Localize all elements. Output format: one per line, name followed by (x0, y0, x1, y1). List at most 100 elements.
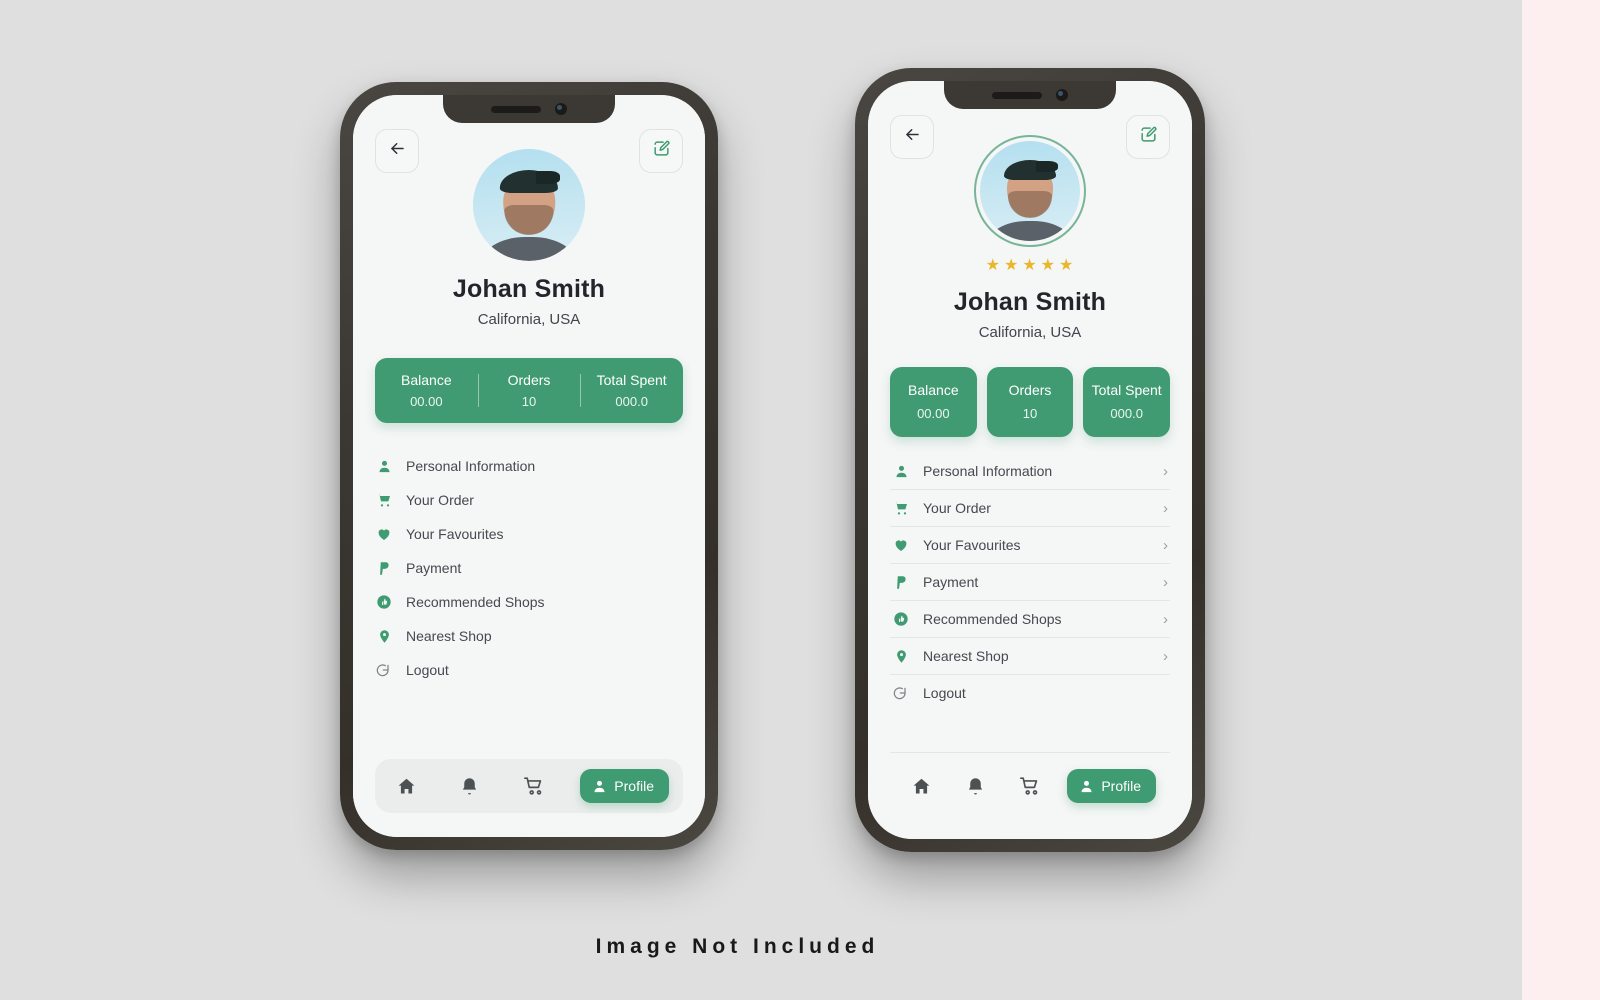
avatar-torso (480, 236, 578, 261)
bottom-navigation-bar: Profile (375, 759, 683, 813)
thumbs-up-icon (375, 594, 393, 610)
cart-icon[interactable] (517, 769, 551, 803)
menu-item-your-favourites[interactable]: Your Favourites (375, 517, 683, 551)
profile-tab-button[interactable]: Profile (1067, 769, 1156, 803)
menu-item-payment[interactable]: Payment (375, 551, 683, 585)
phone-screen-right: ★ ★ ★ ★ ★ Johan Smith California, USA Balanc… (868, 81, 1192, 839)
phone-mockup-left: Johan Smith California, USA Balance 00.0… (340, 82, 718, 850)
menu-item-logout[interactable]: Logout (375, 653, 683, 687)
profile-tab-label: Profile (1101, 778, 1141, 794)
menu-item-your-favourites[interactable]: Your Favourites › (890, 527, 1170, 564)
home-icon[interactable] (904, 769, 938, 803)
stat-label: Total Spent (1091, 382, 1162, 398)
user-location: California, USA (477, 311, 581, 328)
menu-item-label: Personal Information (406, 458, 536, 474)
logout-icon (892, 685, 910, 701)
bell-icon[interactable] (453, 769, 487, 803)
phone-mockup-right: ★ ★ ★ ★ ★ Johan Smith California, USA Balanc… (855, 68, 1205, 852)
home-icon[interactable] (389, 769, 423, 803)
menu-item-label: Your Favourites (923, 537, 1021, 553)
menu-item-personal-information[interactable]: Personal Information (375, 449, 683, 483)
stat-card-total-spent[interactable]: Total Spent 000.0 (1083, 367, 1171, 437)
chevron-right-icon: › (1163, 610, 1168, 628)
layout-spacer (868, 711, 1192, 752)
profile-tab-button[interactable]: Profile (580, 769, 669, 803)
heart-icon (375, 526, 393, 542)
rating-stars: ★ ★ ★ ★ ★ (868, 258, 1192, 274)
chevron-right-icon: › (1163, 499, 1168, 517)
layout-spacer (353, 687, 705, 759)
stat-value: 00.00 (917, 406, 950, 421)
user-name: Johan Smith (953, 288, 1107, 316)
map-pin-icon (892, 649, 910, 664)
menu-item-your-order[interactable]: Your Order (375, 483, 683, 517)
avatar[interactable] (473, 149, 585, 261)
menu-item-label: Your Order (923, 500, 991, 516)
menu-item-nearest-shop[interactable]: Nearest Shop › (890, 638, 1170, 675)
menu-item-label: Recommended Shops (923, 611, 1062, 627)
stat-value: 00.00 (410, 394, 443, 409)
stats-card-group: Balance 00.00 Orders 10 Total Spent 000.… (890, 367, 1171, 437)
menu-item-personal-information[interactable]: Personal Information › (890, 453, 1170, 490)
canvas-caption: Image Not Included (595, 935, 880, 958)
user-name: Johan Smith (452, 275, 606, 303)
stat-label: Orders (507, 372, 551, 388)
star-icon: ★ (1059, 257, 1075, 274)
menu-item-label: Payment (406, 560, 462, 576)
menu-item-recommended-shops[interactable]: Recommended Shops › (890, 601, 1170, 638)
stat-value: 000.0 (615, 394, 648, 409)
stat-cell-balance: Balance 00.00 (375, 372, 478, 409)
heart-icon (892, 537, 910, 553)
stat-value: 10 (521, 394, 537, 409)
star-icon: ★ (985, 257, 1001, 274)
menu-item-label: Recommended Shops (406, 594, 545, 610)
front-camera-icon (1056, 89, 1068, 101)
chevron-right-icon: › (1163, 573, 1168, 591)
profile-tab-label: Profile (614, 778, 654, 794)
chevron-right-icon: › (1163, 536, 1168, 554)
profile-menu-list: Personal Information › Your Order › Your… (890, 453, 1170, 711)
map-pin-icon (375, 629, 393, 644)
user-icon (375, 459, 393, 474)
user-icon (592, 779, 607, 794)
paypal-p-icon (375, 561, 393, 576)
stat-label: Orders (1008, 382, 1052, 398)
user-avatar-photo (473, 149, 585, 261)
profile-menu-list: Personal Information Your Order Your Fav… (375, 449, 683, 687)
menu-item-label: Your Order (406, 492, 474, 508)
thumbs-up-icon (892, 611, 910, 627)
stat-card-orders[interactable]: Orders 10 (986, 367, 1074, 437)
cart-icon (892, 500, 910, 516)
stat-cell-orders: Orders 10 (477, 372, 581, 409)
cart-icon (375, 492, 393, 508)
chevron-right-icon: › (1163, 647, 1168, 665)
star-icon: ★ (1003, 257, 1020, 274)
stat-card-balance[interactable]: Balance 00.00 (890, 367, 977, 437)
user-location: California, USA (978, 324, 1082, 341)
menu-item-nearest-shop[interactable]: Nearest Shop (375, 619, 683, 653)
menu-item-payment[interactable]: Payment › (890, 564, 1170, 601)
stat-label: Balance (401, 372, 452, 388)
canvas-accent-strip (1522, 0, 1600, 1000)
phone-notch (443, 95, 615, 123)
menu-item-your-order[interactable]: Your Order › (890, 490, 1170, 527)
menu-item-label: Payment (923, 574, 979, 590)
bottom-navigation-bar: Profile (890, 752, 1170, 813)
menu-item-label: Logout (923, 685, 966, 701)
stat-cell-total-spent: Total Spent 000.0 (580, 372, 683, 409)
stats-bar: Balance 00.00 Orders 10 Total Spent 000.… (375, 358, 683, 423)
menu-item-recommended-shops[interactable]: Recommended Shops (375, 585, 683, 619)
avatar[interactable] (974, 135, 1086, 247)
cart-icon[interactable] (1013, 769, 1047, 803)
earpiece-speaker-icon (491, 105, 541, 113)
star-icon: ★ (1022, 257, 1038, 274)
front-camera-icon (555, 103, 567, 115)
stat-value: 10 (1022, 406, 1038, 421)
menu-item-logout[interactable]: Logout (890, 675, 1170, 711)
earpiece-speaker-icon (992, 91, 1042, 99)
menu-item-label: Nearest Shop (923, 648, 1009, 664)
bell-icon[interactable] (958, 769, 992, 803)
chevron-right-icon: › (1163, 462, 1168, 480)
avatar-beard (504, 205, 554, 236)
menu-item-label: Nearest Shop (406, 628, 492, 644)
